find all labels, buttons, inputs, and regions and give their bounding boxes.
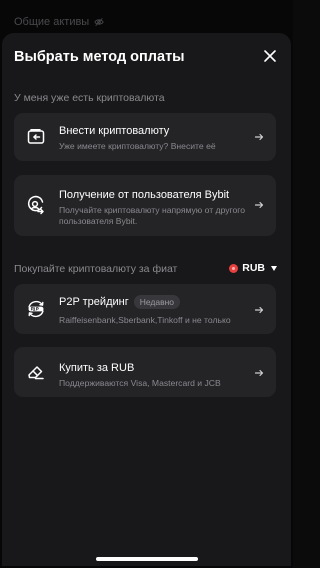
option-subtitle: Получайте криптовалюту напрямую от друго… xyxy=(59,205,245,226)
home-indicator xyxy=(96,557,198,561)
option-subtitle: Поддерживаются Visa, Mastercard и JCB xyxy=(59,378,221,388)
caret-down-icon xyxy=(271,265,277,271)
option-title: Внести криптовалюту xyxy=(59,125,170,137)
option-p2p-trading[interactable]: P2P трейдинг Недавно Raiffeisenbank,Sber… xyxy=(14,284,276,334)
currency-selector[interactable]: RUB xyxy=(229,262,277,274)
eye-off-icon xyxy=(94,17,104,27)
sheet-title: Выбрать метод оплаты xyxy=(14,49,185,65)
section-label-buy-fiat: Покупайте криптовалюту за фиат xyxy=(14,263,178,275)
assets-label: Общие активы xyxy=(14,16,90,28)
option-deposit-crypto[interactable]: Внести криптовалюту Уже имеете криптовал… xyxy=(14,113,276,161)
currency-flag-icon xyxy=(229,263,239,273)
option-title: P2P трейдинг xyxy=(59,296,129,308)
close-icon xyxy=(264,50,276,62)
background-assets-label: Общие активы xyxy=(14,16,104,28)
option-buy-with-rub[interactable]: Купить за RUB Поддерживаются Visa, Maste… xyxy=(14,347,276,397)
arrow-right-icon xyxy=(254,200,264,210)
close-button[interactable] xyxy=(263,49,277,63)
arrow-right-icon xyxy=(254,132,264,142)
option-receive-from-user[interactable]: Получение от пользователя Bybit Получайт… xyxy=(14,175,276,236)
section-label-have-crypto: У меня уже есть криптовалюта xyxy=(14,92,165,104)
p2p-icon xyxy=(26,299,46,319)
arrow-right-icon xyxy=(254,305,264,315)
recent-badge: Недавно xyxy=(133,295,181,309)
user-transfer-icon xyxy=(26,195,46,215)
payment-method-sheet: Выбрать метод оплаты У меня уже есть кри… xyxy=(2,33,291,566)
arrow-right-icon xyxy=(254,368,264,378)
option-subtitle: Уже имеете криптовалюту? Внесите её xyxy=(59,141,216,151)
option-title: Получение от пользователя Bybit xyxy=(59,189,230,201)
currency-code: RUB xyxy=(242,262,265,274)
option-title-row: P2P трейдинг Недавно xyxy=(59,295,181,309)
option-title: Купить за RUB xyxy=(59,362,135,374)
option-subtitle: Raiffeisenbank,Sberbank,Tinkoff и не тол… xyxy=(59,315,231,325)
card-buy-icon xyxy=(26,362,46,382)
wallet-deposit-icon xyxy=(26,127,46,147)
